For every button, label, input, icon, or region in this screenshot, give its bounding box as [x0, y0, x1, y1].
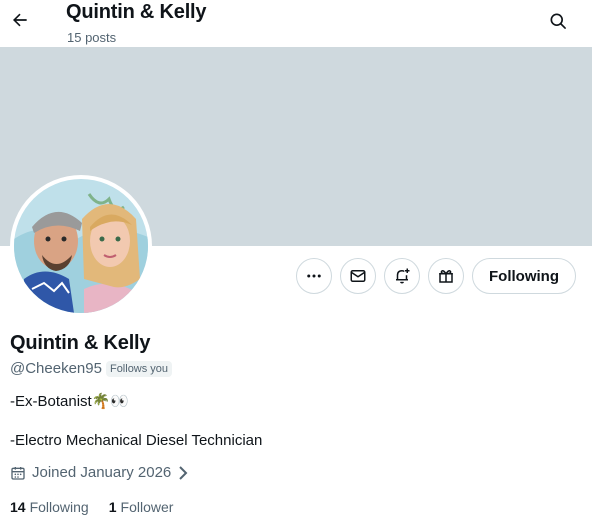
followers-count: 1 [108, 499, 117, 515]
calendar-icon [11, 466, 25, 480]
bio-text-1: -Ex-Botanist [10, 392, 92, 410]
notify-button[interactable] [384, 258, 420, 294]
header-title: Quintin & Kelly [66, 1, 207, 23]
follow-stats: 14 Following 1 Follower [10, 499, 193, 515]
profile-header: Quintin & Kelly 15 posts [0, 0, 594, 47]
search-button[interactable] [544, 7, 572, 35]
following-button[interactable]: Following [472, 258, 576, 294]
search-icon [550, 13, 566, 29]
avatar[interactable] [10, 175, 152, 317]
profile-handle: @Cheeken95 [10, 360, 102, 377]
more-button[interactable] [296, 258, 332, 294]
follows-you-badge: Follows you [105, 360, 173, 377]
envelope-icon [350, 270, 366, 282]
chevron-right-icon [179, 465, 188, 480]
bio-line-2: -Electro Mechanical Diesel Technician [10, 432, 263, 449]
avatar-image [14, 179, 148, 313]
bio-line-1: -Ex-Botanist 🌴👀 [10, 392, 129, 410]
following-count: 14 [10, 499, 26, 515]
following-label: Following [29, 499, 89, 515]
profile-name: Quintin & Kelly [10, 332, 151, 354]
handle-row: @Cheeken95 Follows you [10, 360, 173, 377]
followers-label: Follower [120, 499, 174, 515]
joined-date[interactable]: Joined January 2026 [10, 464, 189, 481]
more-horizontal-icon [307, 274, 321, 278]
followers-count-link[interactable]: 1 Follower [109, 499, 174, 515]
post-count: 15 posts [67, 30, 117, 45]
subscribe-button[interactable] [428, 258, 464, 294]
following-count-link[interactable]: 14 Following [10, 499, 89, 515]
arrow-left-icon [13, 13, 27, 27]
bio-emoji: 🌴👀 [91, 392, 130, 410]
back-button[interactable] [6, 6, 34, 34]
joined-text: Joined January 2026 [32, 464, 172, 481]
message-button[interactable] [340, 258, 376, 294]
gift-icon [439, 270, 453, 283]
bell-plus-icon [396, 268, 410, 284]
